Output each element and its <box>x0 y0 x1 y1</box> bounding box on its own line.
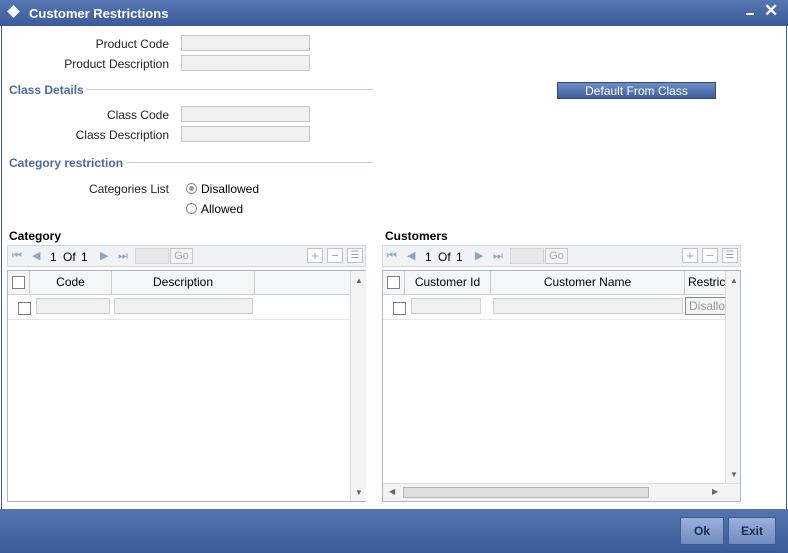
delete-row-icon[interactable]: − <box>702 248 718 263</box>
customers-horizontal-scrollbar[interactable]: ◀ ▶ <box>383 483 740 501</box>
next-page-icon[interactable]: ▶ <box>475 250 483 262</box>
page-number-input[interactable] <box>510 248 544 264</box>
close-icon[interactable]: ✕ <box>764 2 778 20</box>
allowed-radio[interactable] <box>186 203 197 214</box>
pager-of-label: Of <box>438 250 451 264</box>
allowed-radio-label: Allowed <box>201 202 244 216</box>
view-list-icon[interactable]: ☰ <box>347 248 363 263</box>
first-page-icon[interactable]: ⏮ <box>387 250 397 262</box>
page-number-input[interactable] <box>135 248 169 264</box>
category-vertical-scrollbar[interactable]: ▲ ▼ <box>350 271 366 501</box>
category-pager: ⏮ ◀ 1 Of 1 ▶ ⏭ Go + − ☰ <box>7 245 366 267</box>
code-cell-field[interactable] <box>36 298 110 314</box>
product-description-field[interactable] <box>181 55 310 71</box>
class-code-label: Class Code <box>106 108 169 122</box>
column-customer-name[interactable]: Customer Name <box>491 271 685 294</box>
disallowed-radio-label: Disallowed <box>201 182 260 196</box>
product-description-label: Product Description <box>64 57 169 71</box>
table-row <box>8 295 350 320</box>
scroll-right-icon[interactable]: ▶ <box>712 488 718 496</box>
go-button[interactable]: Go <box>170 248 193 264</box>
customers-pager: ⏮ ◀ 1 Of 1 ▶ ⏭ Go + − ☰ <box>382 245 741 267</box>
add-row-icon[interactable]: + <box>307 248 323 263</box>
pager-current: 1 <box>50 250 57 264</box>
customers-vertical-scrollbar[interactable]: ▲ ▼ <box>725 271 740 483</box>
table-row: Disallo <box>383 295 725 320</box>
customers-grid-header: Customer Id Customer Name Restric <box>383 271 725 295</box>
column-restriction[interactable]: Restric <box>685 271 725 294</box>
next-page-icon[interactable]: ▶ <box>100 250 108 262</box>
select-all-checkbox[interactable] <box>387 276 400 289</box>
last-page-icon[interactable]: ⏭ <box>493 250 503 262</box>
first-page-icon[interactable]: ⏮ <box>12 250 22 262</box>
customers-grid-title: Customers <box>385 229 448 243</box>
category-restriction-heading: Category restriction <box>9 156 124 170</box>
row-checkbox[interactable] <box>18 302 31 315</box>
view-list-icon[interactable]: ☰ <box>722 248 738 263</box>
scroll-down-icon[interactable]: ▼ <box>730 471 738 479</box>
column-customer-id[interactable]: Customer Id <box>405 271 491 294</box>
minimize-icon[interactable] <box>745 5 757 19</box>
product-code-label: Product Code <box>95 37 169 51</box>
column-code[interactable]: Code <box>30 271 112 294</box>
add-row-icon[interactable]: + <box>682 248 698 263</box>
scroll-left-icon[interactable]: ◀ <box>389 488 395 496</box>
go-button[interactable]: Go <box>545 248 568 264</box>
row-checkbox[interactable] <box>393 302 406 315</box>
class-description-field[interactable] <box>181 126 310 142</box>
restriction-select[interactable]: Disallo <box>685 297 725 315</box>
prev-page-icon[interactable]: ◀ <box>32 250 40 262</box>
pager-of-label: Of <box>63 250 76 264</box>
scroll-up-icon[interactable]: ▲ <box>730 277 738 285</box>
exit-button[interactable]: Exit <box>728 517 776 545</box>
delete-row-icon[interactable]: − <box>327 248 343 263</box>
last-page-icon[interactable]: ⏭ <box>118 250 128 262</box>
category-grid-title: Category <box>9 229 62 243</box>
scroll-down-icon[interactable]: ▼ <box>355 489 363 497</box>
footer-bar <box>0 509 788 553</box>
pager-current: 1 <box>425 250 432 264</box>
description-cell-field[interactable] <box>114 298 253 314</box>
disallowed-radio[interactable] <box>186 183 197 194</box>
pager-total: 1 <box>456 250 463 264</box>
ok-button[interactable]: Ok <box>680 517 724 545</box>
category-grid-header: Code Description <box>8 271 350 295</box>
default-from-class-button[interactable]: Default From Class <box>557 82 716 99</box>
pager-total: 1 <box>81 250 88 264</box>
customer-name-cell-field[interactable] <box>493 298 683 314</box>
class-details-heading: Class Details <box>9 83 84 97</box>
customers-grid: Customer Id Customer Name Restric Disall… <box>382 270 741 502</box>
class-description-label: Class Description <box>75 128 169 142</box>
scroll-up-icon[interactable]: ▲ <box>355 277 363 285</box>
window-title: Customer Restrictions <box>29 6 169 21</box>
prev-page-icon[interactable]: ◀ <box>407 250 415 262</box>
class-details-divider <box>86 89 373 90</box>
categories-list-label: Categories List <box>88 182 169 196</box>
product-code-field[interactable] <box>181 35 310 51</box>
category-restriction-divider <box>126 162 373 163</box>
horizontal-scroll-thumb[interactable] <box>403 487 649 498</box>
category-grid: Code Description ▲ ▼ <box>7 270 366 502</box>
select-all-checkbox[interactable] <box>12 276 25 289</box>
title-bar: Customer Restrictions ✕ <box>0 0 788 26</box>
column-description[interactable]: Description <box>112 271 255 294</box>
class-code-field[interactable] <box>181 106 310 122</box>
window-diamond-icon <box>7 5 20 18</box>
customer-id-cell-field[interactable] <box>411 298 481 314</box>
